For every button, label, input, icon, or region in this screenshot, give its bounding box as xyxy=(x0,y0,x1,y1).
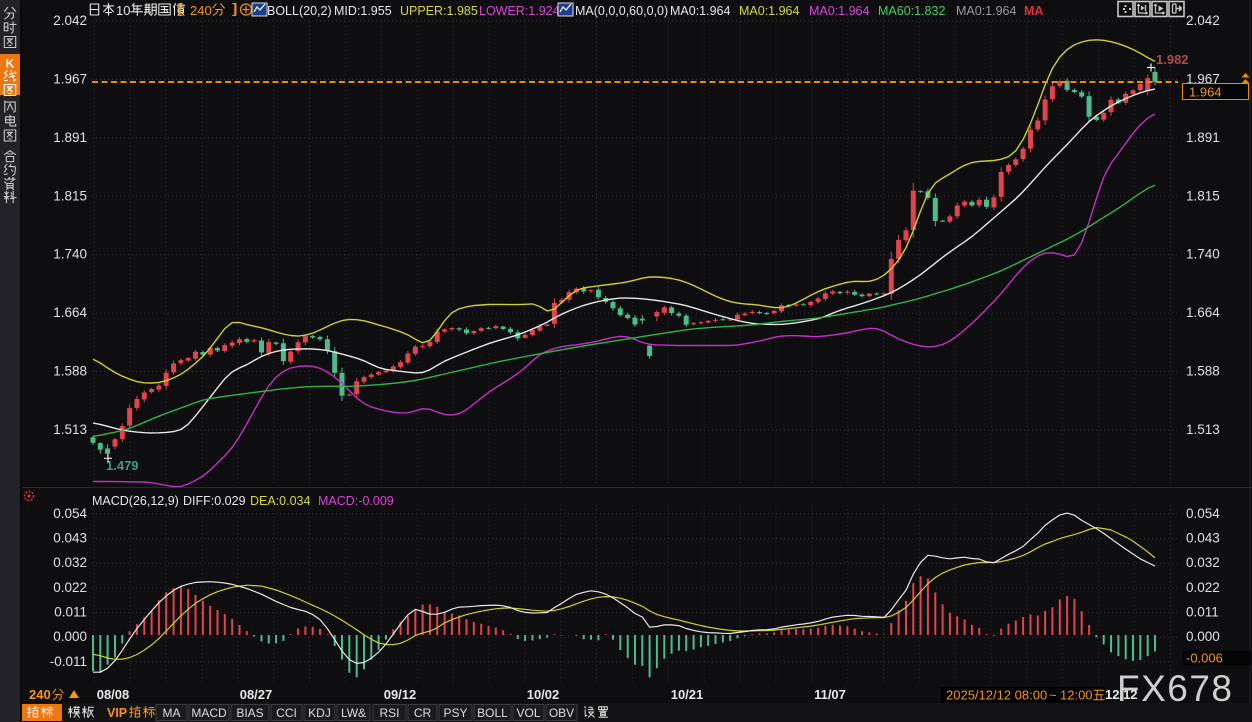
svg-text:1.664: 1.664 xyxy=(53,305,87,320)
svg-text:MA0:1.964: MA0:1.964 xyxy=(739,4,800,18)
svg-text:0.054: 0.054 xyxy=(1186,506,1220,521)
svg-text:10/02: 10/02 xyxy=(527,687,560,702)
svg-text:240: 240 xyxy=(29,687,51,702)
svg-text:1.967: 1.967 xyxy=(53,71,87,86)
svg-text:1.891: 1.891 xyxy=(53,130,87,145)
svg-text:BOLL(20,2): BOLL(20,2) xyxy=(267,4,332,18)
svg-text:LOWER:1.924: LOWER:1.924 xyxy=(479,4,560,18)
svg-text:1.588: 1.588 xyxy=(53,364,87,379)
svg-text:RSI: RSI xyxy=(379,706,399,720)
svg-text:1.664: 1.664 xyxy=(1186,305,1220,320)
svg-text:-0.011: -0.011 xyxy=(50,654,87,669)
svg-text:2.042: 2.042 xyxy=(1186,13,1220,28)
svg-text:08/08: 08/08 xyxy=(97,687,130,702)
svg-text:MID:1.955: MID:1.955 xyxy=(334,4,392,18)
svg-text:UPPER:1.985: UPPER:1.985 xyxy=(400,4,478,18)
svg-text:K: K xyxy=(6,57,15,71)
svg-text:0.000: 0.000 xyxy=(1186,629,1220,644)
svg-text:1.513: 1.513 xyxy=(53,422,87,437)
svg-text:-0.006: -0.006 xyxy=(1186,651,1223,666)
svg-text:1.479: 1.479 xyxy=(106,458,139,473)
svg-text:1.815: 1.815 xyxy=(53,188,87,203)
svg-text:1.982: 1.982 xyxy=(1156,52,1189,67)
svg-text:0.011: 0.011 xyxy=(1186,605,1219,620)
svg-text:MA0:1.964: MA0:1.964 xyxy=(670,4,731,18)
svg-text:10/21: 10/21 xyxy=(671,687,704,702)
svg-text:1.891: 1.891 xyxy=(1186,130,1220,145)
svg-text:0.000: 0.000 xyxy=(53,629,87,644)
svg-text:0.011: 0.011 xyxy=(54,605,87,620)
svg-text:MACD: MACD xyxy=(191,706,227,720)
svg-text:VOL: VOL xyxy=(516,706,540,720)
svg-text:1.588: 1.588 xyxy=(1186,364,1220,379)
svg-text:MA: MA xyxy=(163,706,181,720)
svg-text:FX678: FX678 xyxy=(1117,668,1234,709)
svg-text:1.513: 1.513 xyxy=(1186,422,1220,437)
svg-text:0.022: 0.022 xyxy=(1186,580,1220,595)
svg-text:0.054: 0.054 xyxy=(53,506,87,521)
svg-text:10: 10 xyxy=(116,3,130,18)
svg-text:BIAS: BIAS xyxy=(236,706,263,720)
svg-text:CCI: CCI xyxy=(276,706,297,720)
svg-text:MACD:-0.009: MACD:-0.009 xyxy=(318,494,394,508)
svg-text:2025/12/12 08:00: 2025/12/12 08:00 xyxy=(946,688,1047,703)
svg-text:MA60:1.832: MA60:1.832 xyxy=(878,4,945,18)
svg-text:MACD(26,12,9): MACD(26,12,9) xyxy=(92,494,179,508)
svg-text:MA: MA xyxy=(1024,4,1043,18)
svg-text:1.740: 1.740 xyxy=(53,247,87,262)
svg-text:0.022: 0.022 xyxy=(53,580,87,595)
svg-text:11/07: 11/07 xyxy=(814,687,846,702)
svg-text:09/12: 09/12 xyxy=(384,687,417,702)
svg-text:LW&: LW& xyxy=(341,706,366,720)
svg-text:MA0:1.964: MA0:1.964 xyxy=(956,4,1017,18)
svg-text:MA(0,0,0,60,0,0): MA(0,0,0,60,0,0) xyxy=(575,4,668,18)
svg-text:MA0:1.964: MA0:1.964 xyxy=(809,4,870,18)
svg-text:PSY: PSY xyxy=(443,706,467,720)
svg-text:2.042: 2.042 xyxy=(53,13,87,28)
svg-text:VIP: VIP xyxy=(107,706,127,720)
svg-text:1.740: 1.740 xyxy=(1186,247,1220,262)
svg-text:KDJ: KDJ xyxy=(308,706,331,720)
svg-text:DIFF:0.029: DIFF:0.029 xyxy=(183,494,246,508)
svg-text:08/27: 08/27 xyxy=(240,687,273,702)
svg-text:OBV: OBV xyxy=(549,706,574,720)
svg-text:CR: CR xyxy=(414,706,432,720)
svg-text:1.964: 1.964 xyxy=(1189,85,1222,100)
svg-text:0.043: 0.043 xyxy=(53,531,87,546)
svg-text:12:00: 12:00 xyxy=(1060,688,1093,703)
svg-text:0.032: 0.032 xyxy=(1186,555,1220,570)
svg-text:0.043: 0.043 xyxy=(1186,531,1220,546)
svg-text:BOLL: BOLL xyxy=(477,706,508,720)
svg-text:DEA:0.034: DEA:0.034 xyxy=(250,494,311,508)
svg-text:1.815: 1.815 xyxy=(1186,188,1220,203)
svg-text:~: ~ xyxy=(1049,688,1057,703)
svg-text:0.032: 0.032 xyxy=(53,555,87,570)
svg-text:240: 240 xyxy=(190,3,212,18)
